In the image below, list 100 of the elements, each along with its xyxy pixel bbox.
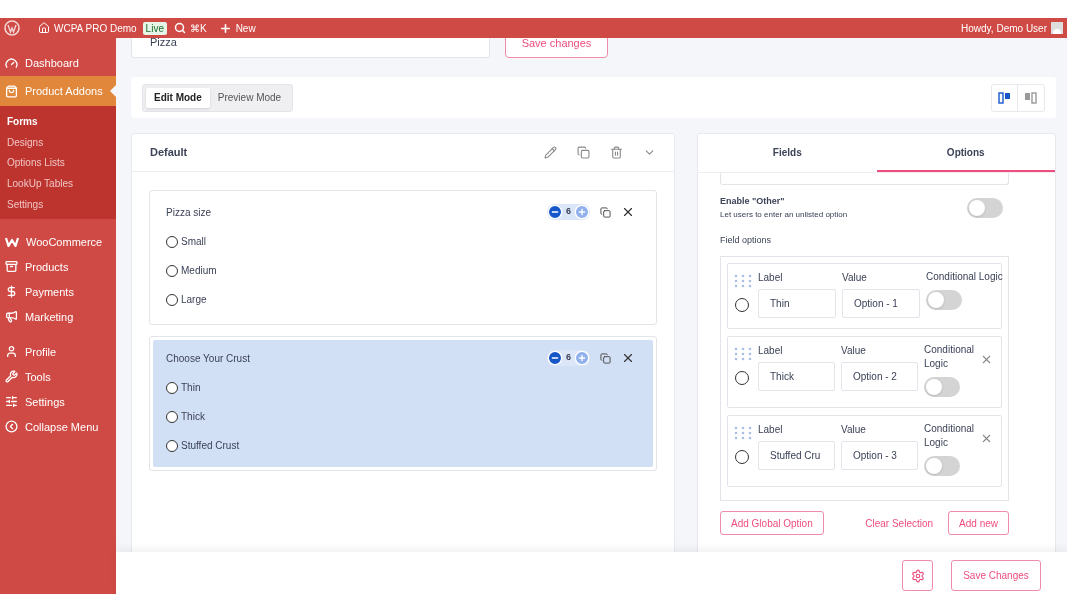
edit-icon[interactable] <box>544 146 557 159</box>
value-input[interactable]: Option - 1 <box>842 289 920 318</box>
label-input[interactable]: Stuffed Cru <box>758 441 835 470</box>
sidebar-item[interactable]: Dashboard <box>0 51 116 76</box>
minus-icon[interactable] <box>547 350 563 366</box>
greeting[interactable]: Howdy, Demo User <box>961 20 1047 36</box>
label-caption: Label <box>758 423 784 437</box>
sidebar-item[interactable]: Collapse Menu <box>0 414 116 440</box>
option-label: Thick <box>181 410 205 424</box>
sidebar-item[interactable]: Tools <box>0 364 116 390</box>
copy-icon[interactable] <box>600 206 611 218</box>
wordpress-logo-icon[interactable] <box>4 20 20 36</box>
clear-selection-link[interactable]: Clear Selection <box>865 515 934 531</box>
form-name-input[interactable]: Pizza <box>131 38 490 58</box>
option-label: Medium <box>181 264 217 278</box>
add-global-option-button[interactable]: Add Global Option <box>720 511 824 535</box>
option-label: Large <box>181 293 207 307</box>
copy-icon[interactable] <box>600 352 611 364</box>
radio-button[interactable] <box>166 235 178 248</box>
value-caption: Value <box>841 423 867 437</box>
setting-title: Enable "Other" <box>720 195 786 208</box>
sidebar-item[interactable]: WooCommerce <box>0 229 116 255</box>
field-label: Choose Your Crust <box>166 351 250 366</box>
copy-icon[interactable] <box>577 146 590 159</box>
dollar-icon <box>5 285 18 299</box>
megaphone-icon <box>5 310 18 324</box>
close-icon[interactable] <box>621 351 635 365</box>
close-icon[interactable] <box>621 205 635 219</box>
section-label: Field options <box>720 233 773 247</box>
option-label: Stuffed Crust <box>181 439 240 453</box>
value-caption: Value <box>842 271 868 285</box>
logic-caption: Conditional Logic <box>924 343 975 371</box>
sidebar-item[interactable]: Payments <box>0 279 116 305</box>
trash-icon[interactable] <box>610 146 623 159</box>
bag-icon <box>5 84 18 98</box>
new-link[interactable]: New <box>235 20 256 36</box>
plus-icon[interactable] <box>218 21 232 35</box>
woo-logo-icon <box>5 236 19 247</box>
form-title: Default <box>150 145 188 161</box>
layout-right-icon <box>1024 91 1038 104</box>
add-new-button[interactable]: Add new <box>948 511 1009 535</box>
save-changes-button[interactable]: Save changes <box>505 38 608 58</box>
toggle-switch[interactable] <box>926 290 962 310</box>
column-count: 6 <box>565 351 572 365</box>
field-label: Pizza size <box>166 205 211 220</box>
toggle-switch[interactable] <box>967 197 1003 218</box>
radio-button[interactable] <box>166 293 178 306</box>
sidebar-item[interactable]: Settings <box>0 389 116 415</box>
label-caption: Label <box>758 344 784 358</box>
sidebar-item[interactable]: Marketing <box>0 304 116 330</box>
mode-tab[interactable]: Edit Mode <box>146 87 210 108</box>
submenu-item[interactable]: Settings <box>0 193 116 215</box>
drag-handle-icon[interactable] <box>734 347 752 361</box>
site-name[interactable]: WCPA PRO Demo <box>54 20 137 36</box>
plus-icon[interactable] <box>574 350 590 366</box>
panel-tab[interactable]: Options <box>876 134 1055 172</box>
plus-icon[interactable] <box>574 204 590 220</box>
search-icon[interactable] <box>173 22 186 34</box>
radio-button[interactable] <box>166 439 178 452</box>
radio-button[interactable] <box>166 381 178 394</box>
option-label: Thin <box>181 381 201 395</box>
field-card[interactable]: Pizza size 6 Small Medium Large <box>149 190 657 325</box>
settings-button[interactable] <box>902 560 933 591</box>
panel-tab[interactable]: Fields <box>698 134 877 172</box>
submenu-item[interactable]: Forms <box>0 111 116 132</box>
setting-hint: Let users to enter an unlisted option <box>720 208 848 221</box>
shortcut-hint: ⌘K <box>189 21 207 36</box>
submenu-item[interactable]: Designs <box>0 131 116 153</box>
radio-button[interactable] <box>166 264 178 277</box>
drag-handle-icon[interactable] <box>734 274 752 288</box>
sidebar-item[interactable]: Product Addons <box>0 76 116 106</box>
column-count: 6 <box>565 205 572 219</box>
person-icon <box>5 345 18 359</box>
drag-handle-icon[interactable] <box>734 426 752 440</box>
label-input[interactable]: Thin <box>758 289 836 318</box>
submenu-item[interactable]: Options Lists <box>0 152 116 174</box>
save-changes-button[interactable]: Save Changes <box>951 560 1041 591</box>
field-card[interactable]: Choose Your Crust 6 Thin Thick Stuffed Crust <box>149 336 657 471</box>
radio-button[interactable] <box>166 410 178 423</box>
home-icon[interactable] <box>38 22 50 34</box>
chevron-left-icon <box>5 420 18 434</box>
wrench-icon <box>5 370 18 384</box>
toggle-switch[interactable] <box>924 456 960 476</box>
label-caption: Label <box>758 271 784 285</box>
submenu-item[interactable]: LookUp Tables <box>0 173 116 194</box>
gauge-icon <box>5 57 18 70</box>
sidebar-item[interactable]: Profile <box>0 339 116 365</box>
value-input[interactable]: Option - 3 <box>841 441 918 470</box>
label-input[interactable]: Thick <box>758 362 835 391</box>
mode-tab[interactable]: Preview Mode <box>209 87 290 108</box>
layout-left-icon <box>997 91 1012 104</box>
option-label: Small <box>181 235 206 249</box>
sidebar-item[interactable]: Products <box>0 254 116 280</box>
toggle-switch[interactable] <box>924 377 960 397</box>
archive-icon <box>5 260 18 274</box>
logic-caption: Conditional Logic <box>926 270 1003 284</box>
minus-icon[interactable] <box>547 204 563 220</box>
live-badge: Live <box>142 21 167 35</box>
value-input[interactable]: Option - 2 <box>841 362 918 391</box>
settings-icon <box>910 568 925 583</box>
